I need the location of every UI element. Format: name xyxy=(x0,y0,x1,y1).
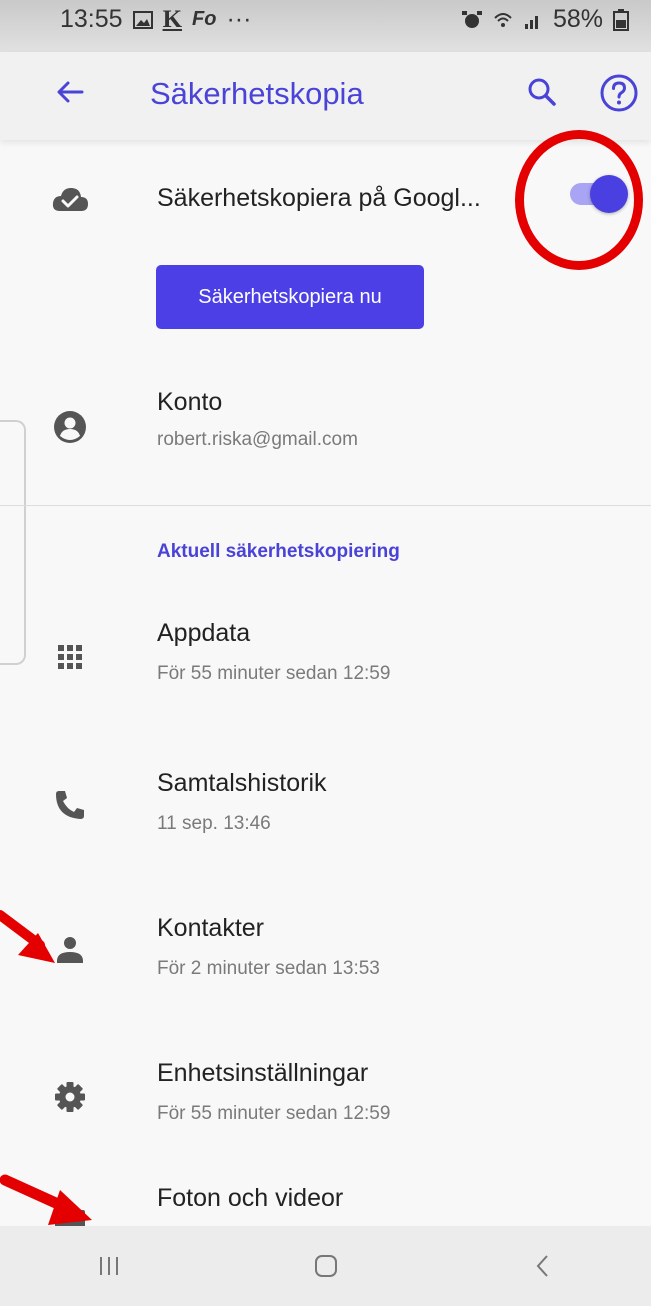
item-subtitle: 11 sep. 13:46 xyxy=(157,813,271,834)
gear-icon xyxy=(55,1082,85,1112)
arrow-left-icon[interactable] xyxy=(50,72,90,112)
more-notifications-icon: ··· xyxy=(226,5,252,33)
status-time: 13:55 xyxy=(60,5,123,33)
backup-now-button[interactable]: Säkerhetskopiera nu xyxy=(156,265,424,329)
item-title: Samtalshistorik xyxy=(157,769,327,797)
battery-percent: 58% xyxy=(552,5,603,33)
divider xyxy=(0,505,651,506)
section-header: Aktuell säkerhetskopiering xyxy=(157,541,400,562)
k-notification-icon: K xyxy=(162,5,183,33)
home-icon[interactable] xyxy=(306,1246,346,1286)
status-left: 13:55 K Fo ··· xyxy=(60,5,251,34)
page-title: Säkerhetskopia xyxy=(150,76,364,111)
list-item-contacts[interactable]: Kontakter För 2 minuter sedan 13:53 xyxy=(0,900,651,1000)
account-email: robert.riska@gmail.com xyxy=(157,429,358,450)
fo-notification-icon: Fo xyxy=(192,8,217,30)
gallery-notification-icon xyxy=(132,10,153,29)
item-subtitle: För 55 minuter sedan 12:59 xyxy=(157,663,391,684)
app-bar: Säkerhetskopia xyxy=(0,52,651,140)
item-title: Kontakter xyxy=(157,914,265,942)
search-icon[interactable] xyxy=(522,72,562,112)
navigation-bar xyxy=(0,1226,651,1306)
list-item-call-history[interactable]: Samtalshistorik 11 sep. 13:46 xyxy=(0,755,651,855)
item-title: Appdata xyxy=(157,619,251,647)
account-row[interactable]: Konto robert.riska@gmail.com xyxy=(0,375,651,475)
recents-icon[interactable] xyxy=(89,1246,129,1286)
alarm-icon xyxy=(461,10,482,28)
back-icon[interactable] xyxy=(523,1246,563,1286)
list-item-photos[interactable]: Foton och videor xyxy=(0,1180,651,1226)
annotation-arrow-icon xyxy=(0,1174,92,1225)
battery-icon xyxy=(613,8,629,31)
account-title: Konto xyxy=(157,388,223,416)
phone-icon xyxy=(56,791,84,819)
item-subtitle: För 2 minuter sedan 13:53 xyxy=(157,958,380,979)
status-right: 58% xyxy=(461,5,629,34)
help-icon[interactable] xyxy=(598,72,640,114)
cloud-check-icon xyxy=(52,188,88,211)
item-subtitle: För 55 minuter sedan 12:59 xyxy=(157,1103,391,1124)
item-title: Enhetsinställningar xyxy=(157,1059,369,1087)
backup-toggle-label: Säkerhetskopiera på Googl... xyxy=(157,184,481,212)
apps-grid-icon xyxy=(58,645,82,669)
annotation-circle xyxy=(515,130,643,270)
annotation-arrow-icon xyxy=(0,910,55,963)
list-item-appdata[interactable]: Appdata För 55 minuter sedan 12:59 xyxy=(0,605,651,705)
account-circle-icon xyxy=(54,411,86,443)
item-title: Foton och videor xyxy=(157,1184,344,1212)
wifi-icon xyxy=(494,12,512,27)
list-item-device-settings[interactable]: Enhetsinställningar För 55 minuter sedan… xyxy=(0,1045,651,1145)
signal-icon xyxy=(524,15,538,29)
